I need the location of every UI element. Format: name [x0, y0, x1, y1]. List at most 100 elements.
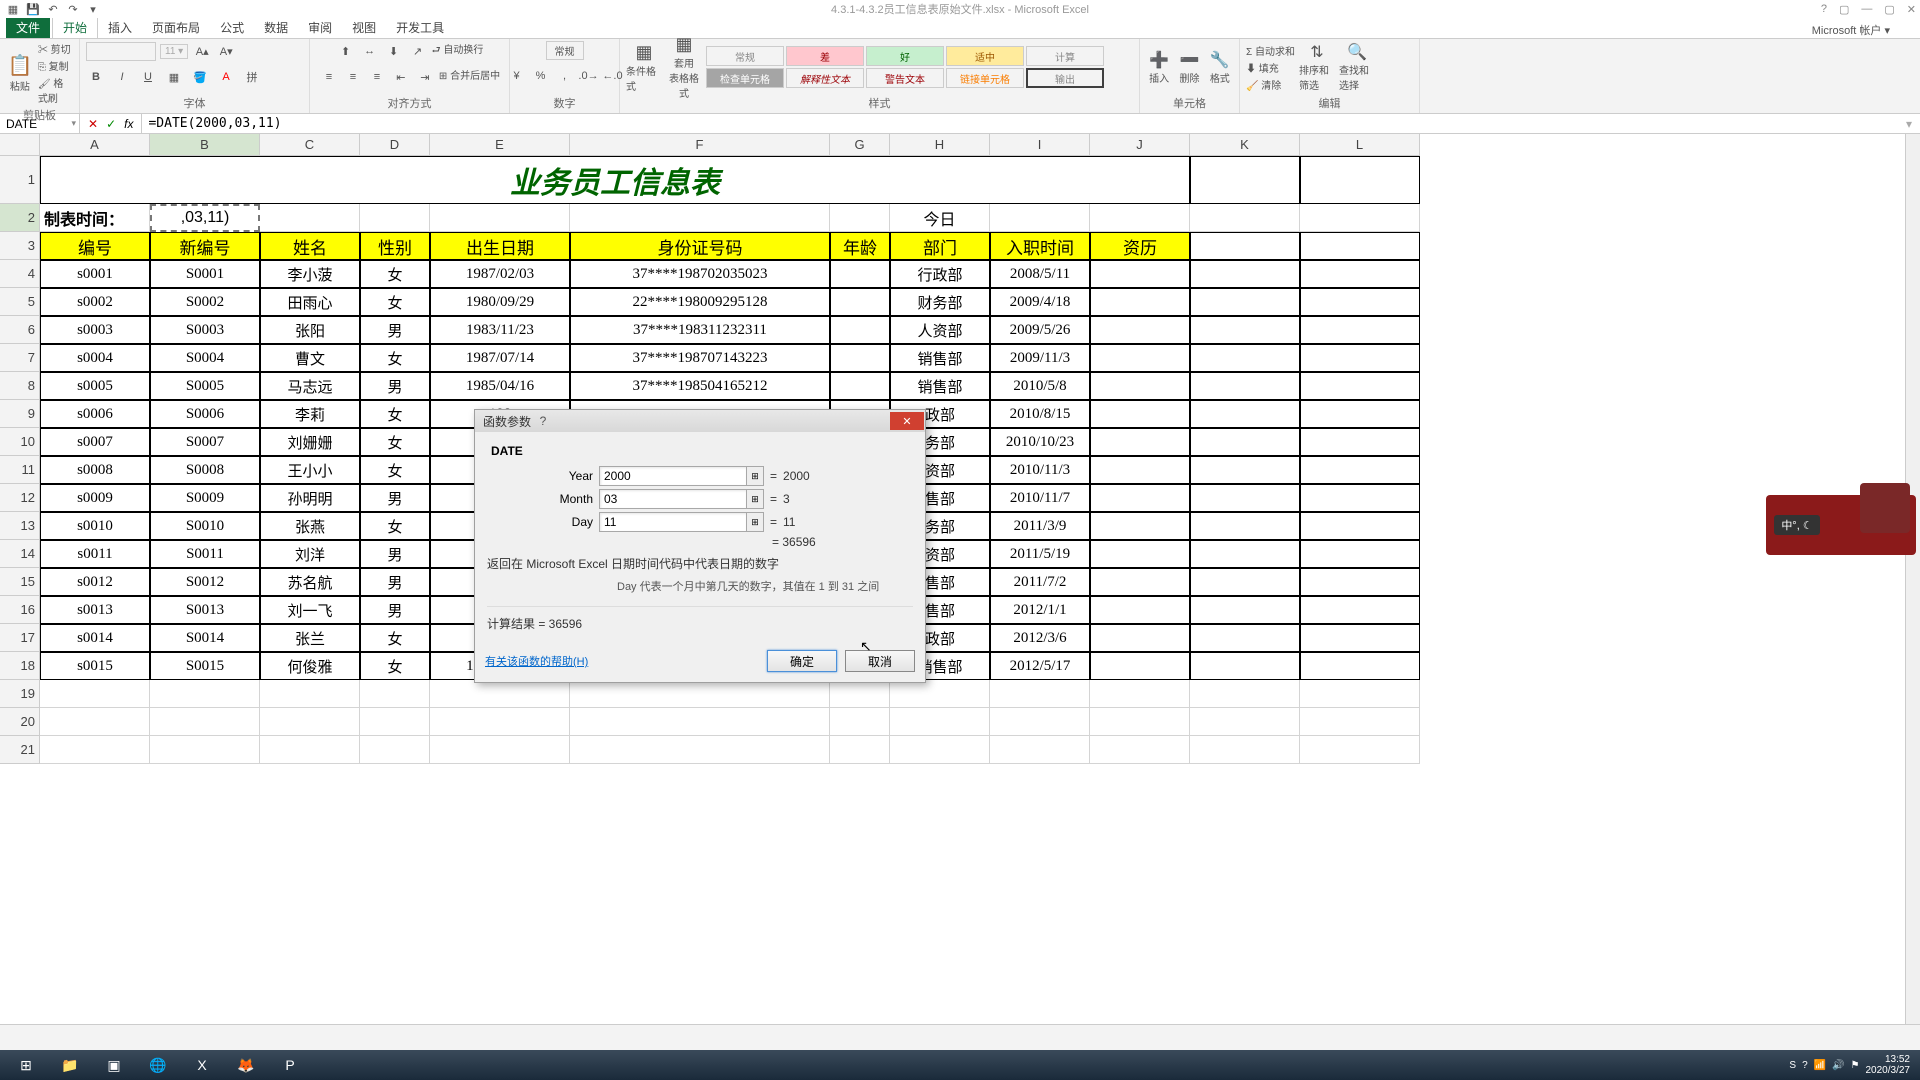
cell[interactable]	[360, 736, 430, 764]
maximize-icon[interactable]: ▢	[1884, 3, 1894, 16]
cell[interactable]	[1300, 288, 1420, 316]
tab-home[interactable]: 开始	[52, 16, 98, 38]
row-header[interactable]: 18	[0, 652, 40, 680]
cell[interactable]: 37****198702035023	[570, 260, 830, 288]
cell[interactable]: 1987/07/14	[430, 344, 570, 372]
row-header[interactable]: 6	[0, 316, 40, 344]
enter-formula-icon[interactable]: ✓	[106, 117, 116, 131]
select-all-corner[interactable]	[0, 134, 40, 156]
cell[interactable]	[1300, 484, 1420, 512]
cell[interactable]: 2011/7/2	[990, 568, 1090, 596]
cell[interactable]	[1300, 568, 1420, 596]
cell[interactable]: 37****198504165212	[570, 372, 830, 400]
wrap-text-button[interactable]: ⮐ 自动换行	[432, 41, 484, 61]
style-check[interactable]: 检查单元格	[706, 68, 784, 88]
cell[interactable]: s0006	[40, 400, 150, 428]
cell[interactable]	[1300, 232, 1420, 260]
cancel-formula-icon[interactable]: ✕	[88, 117, 98, 131]
qat-dropdown-icon[interactable]: ▾	[86, 2, 100, 16]
arg-input-month[interactable]	[599, 489, 747, 509]
increase-decimal-icon[interactable]: .0→	[579, 66, 599, 86]
dialog-close-icon[interactable]: ✕	[890, 412, 924, 430]
align-left-icon[interactable]: ≡	[319, 67, 339, 87]
cell[interactable]	[990, 736, 1090, 764]
cell[interactable]: 行政部	[890, 260, 990, 288]
cell[interactable]	[570, 736, 830, 764]
cell[interactable]: 李莉	[260, 400, 360, 428]
minimize-icon[interactable]: ―	[1861, 3, 1872, 16]
cell[interactable]: s0011	[40, 540, 150, 568]
cell[interactable]	[1190, 484, 1300, 512]
font-size-dropdown[interactable]: 11 ▾	[160, 44, 188, 59]
cell[interactable]	[260, 204, 360, 232]
cell[interactable]: 女	[360, 428, 430, 456]
cell[interactable]	[1090, 288, 1190, 316]
cell[interactable]: s0013	[40, 596, 150, 624]
cell[interactable]	[830, 316, 890, 344]
cell[interactable]	[430, 736, 570, 764]
cell[interactable]: S0011	[150, 540, 260, 568]
cell[interactable]	[1090, 596, 1190, 624]
cell[interactable]	[1300, 540, 1420, 568]
style-explain[interactable]: 解释性文本	[786, 68, 864, 88]
cell[interactable]	[1090, 428, 1190, 456]
formula-expand-icon[interactable]: ▾	[1906, 117, 1920, 131]
col-header-L[interactable]: L	[1300, 134, 1420, 155]
cell[interactable]: 女	[360, 624, 430, 652]
cell[interactable]: 男	[360, 316, 430, 344]
cell[interactable]: 曹文	[260, 344, 360, 372]
taskbar-firefox-icon[interactable]: 🦊	[224, 1052, 268, 1078]
row-header[interactable]: 1	[0, 156, 40, 204]
cell[interactable]	[1090, 652, 1190, 680]
cell[interactable]	[890, 708, 990, 736]
cell[interactable]	[260, 680, 360, 708]
format-cells-button[interactable]: 🔧格式	[1207, 43, 1233, 91]
orientation-icon[interactable]: ↗	[408, 41, 428, 61]
cell[interactable]: 1987/02/03	[430, 260, 570, 288]
fx-icon[interactable]: fx	[124, 117, 133, 131]
tab-formulas[interactable]: 公式	[210, 17, 254, 38]
cell[interactable]	[1090, 344, 1190, 372]
cell[interactable]: 1985/04/16	[430, 372, 570, 400]
cell[interactable]: 刘一飞	[260, 596, 360, 624]
cell[interactable]	[1300, 400, 1420, 428]
cell[interactable]: 男	[360, 568, 430, 596]
currency-icon[interactable]: ¥	[507, 66, 527, 86]
arg-input-day[interactable]	[599, 512, 747, 532]
cell[interactable]: 资历	[1090, 232, 1190, 260]
style-good[interactable]: 好	[866, 46, 944, 66]
cell[interactable]: 销售部	[890, 372, 990, 400]
cell[interactable]: 2010/11/7	[990, 484, 1090, 512]
tray-ime-icon[interactable]: S	[1789, 1060, 1796, 1071]
row-header[interactable]: 17	[0, 624, 40, 652]
cell[interactable]	[360, 680, 430, 708]
cell[interactable]: 2009/5/26	[990, 316, 1090, 344]
cell[interactable]: 37****198707143223	[570, 344, 830, 372]
row-header[interactable]: 14	[0, 540, 40, 568]
cell[interactable]: 财务部	[890, 288, 990, 316]
taskbar-powerpoint-icon[interactable]: P	[268, 1052, 312, 1078]
decrease-indent-icon[interactable]: ⇤	[391, 67, 411, 87]
cell[interactable]	[1090, 680, 1190, 708]
range-select-icon[interactable]: ⊞	[746, 512, 764, 532]
tray-network-icon[interactable]: 📶	[1814, 1060, 1826, 1071]
cell[interactable]: 刘洋	[260, 540, 360, 568]
cell[interactable]: S0002	[150, 288, 260, 316]
tray-flag-icon[interactable]: ⚑	[1851, 1060, 1860, 1071]
save-icon[interactable]: 💾	[26, 2, 40, 16]
sheet-title[interactable]: 业务员工信息表	[40, 156, 1190, 204]
cell[interactable]: 2010/11/3	[990, 456, 1090, 484]
cell[interactable]: s0012	[40, 568, 150, 596]
cell[interactable]: 出生日期	[430, 232, 570, 260]
row-header[interactable]: 12	[0, 484, 40, 512]
tab-view[interactable]: 视图	[342, 17, 386, 38]
redo-icon[interactable]: ↷	[66, 2, 80, 16]
tab-insert[interactable]: 插入	[98, 17, 142, 38]
row-header[interactable]: 19	[0, 680, 40, 708]
cell[interactable]: 年龄	[830, 232, 890, 260]
cell[interactable]: 2011/5/19	[990, 540, 1090, 568]
vertical-scrollbar[interactable]	[1905, 134, 1920, 1024]
cell[interactable]	[1300, 456, 1420, 484]
delete-cells-button[interactable]: ➖删除	[1176, 43, 1202, 91]
cell[interactable]: 何俊雅	[260, 652, 360, 680]
